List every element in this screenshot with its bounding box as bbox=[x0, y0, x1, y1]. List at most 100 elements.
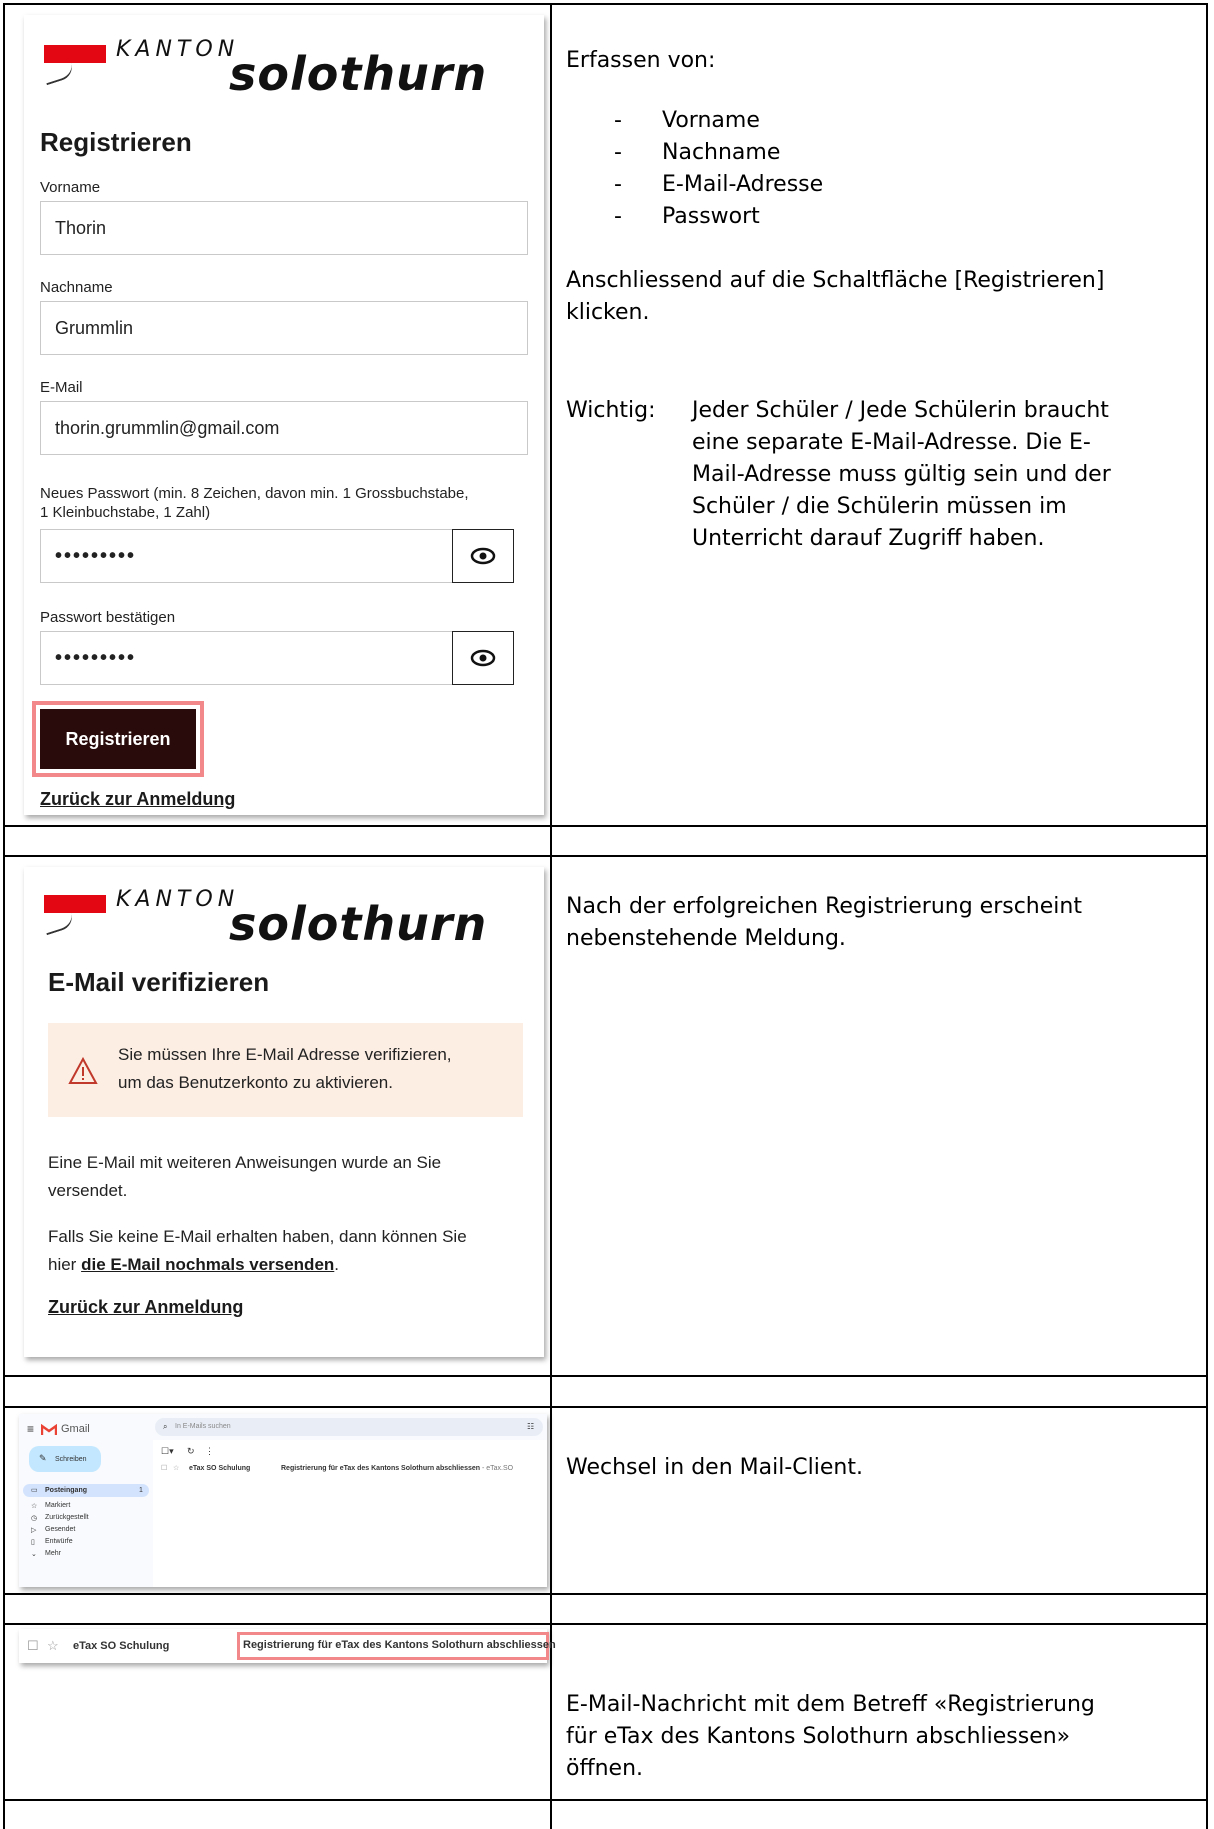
inbox-icon: ▭ bbox=[31, 1487, 38, 1494]
message-instr-line3: öffnen. bbox=[566, 1756, 644, 1781]
row-star-icon[interactable]: ☆ bbox=[47, 1638, 59, 1654]
cell-gmail-screenshot: ≡ Gmail ⌕ In E-Mails suchen ☷ ✎ Schreibe… bbox=[3, 1408, 552, 1593]
spacer-cell-left bbox=[3, 1595, 552, 1623]
password-label-line1: Neues Passwort (min. 8 Zeichen, davon mi… bbox=[40, 485, 469, 502]
cell-message-screenshot: ☐ ☆ eTax SO Schulung Registrierung für e… bbox=[3, 1625, 556, 1799]
instr-click-line2: klicken. bbox=[566, 300, 650, 325]
inbox-count: 1 bbox=[139, 1487, 143, 1494]
row-open-message: ☐ ☆ eTax SO Schulung Registrierung für e… bbox=[3, 1623, 1208, 1799]
nav-inbox-label: Posteingang bbox=[45, 1487, 88, 1494]
menu-icon[interactable]: ≡ bbox=[27, 1422, 34, 1436]
cell-registration-instructions: Erfassen von: - Vorname - Nachname - E-M… bbox=[552, 5, 1208, 825]
confirm-password-field[interactable]: ••••••••• bbox=[40, 631, 453, 685]
instr-bullet-1: - bbox=[614, 108, 622, 133]
gmail-window: ≡ Gmail ⌕ In E-Mails suchen ☷ ✎ Schreibe… bbox=[19, 1414, 547, 1587]
compose-button[interactable]: ✎ Schreiben bbox=[29, 1446, 101, 1472]
trailing-cell-right bbox=[552, 1801, 1208, 1829]
filter-icon[interactable]: ☷ bbox=[527, 1422, 534, 1431]
instr-intro: Erfassen von: bbox=[566, 48, 716, 73]
back-to-login-link[interactable]: Zurück zur Anmeldung bbox=[48, 1297, 243, 1318]
warning-notice: Sie müssen Ihre E-Mail Adresse verifizie… bbox=[48, 1023, 523, 1117]
cell-registration-screenshot: KANTON solothurn Registrieren Vorname Th… bbox=[3, 5, 552, 825]
resend-email-link[interactable]: die E-Mail nochmals versenden bbox=[81, 1255, 334, 1274]
resend-text-suffix: . bbox=[334, 1255, 340, 1274]
search-bar[interactable]: ⌕ In E-Mails suchen ☷ bbox=[155, 1418, 543, 1436]
nav-starred[interactable]: Markiert bbox=[45, 1502, 70, 1509]
spacer-cell-left bbox=[3, 1377, 552, 1406]
instr-bullet-3: - bbox=[614, 172, 622, 197]
gmail-instr: Wechsel in den Mail-Client. bbox=[566, 1455, 863, 1480]
resend-text-prefix: hier bbox=[48, 1255, 77, 1274]
mail-list: ☐▾ ↻ ⋮ ☐ ☆ eTax SO Schulung Registrierun… bbox=[153, 1440, 547, 1587]
row-spacer-1 bbox=[3, 825, 1208, 855]
email-field[interactable]: thorin.grummlin@gmail.com bbox=[40, 401, 528, 455]
info-text-line1: Eine E-Mail mit weiteren Anweisungen wur… bbox=[48, 1153, 442, 1172]
lastname-field[interactable]: Grummlin bbox=[40, 301, 528, 355]
instr-bullet-4: - bbox=[614, 204, 622, 229]
mail-row-card: ☐ ☆ eTax SO Schulung Registrierung für e… bbox=[19, 1629, 556, 1663]
mail-subject-text: Registrierung für eTax des Kantons Solot… bbox=[281, 1465, 481, 1472]
search-icon: ⌕ bbox=[163, 1422, 168, 1431]
warning-icon bbox=[68, 1057, 98, 1084]
cell-verify-screenshot: KANTON solothurn E-Mail verifizieren Sie… bbox=[3, 857, 552, 1375]
row-spacer-2 bbox=[3, 1375, 1208, 1406]
mail-sender[interactable]: eTax SO Schulung bbox=[189, 1465, 250, 1472]
row-gmail: ≡ Gmail ⌕ In E-Mails suchen ☷ ✎ Schreibe… bbox=[3, 1406, 1208, 1593]
cell-message-instructions: E-Mail-Nachricht mit dem Betreff «Regist… bbox=[552, 1625, 1208, 1799]
nav-sent[interactable]: Gesendet bbox=[45, 1526, 75, 1533]
logo-kanton-text: KANTON bbox=[116, 887, 240, 912]
pencil-icon: ✎ bbox=[39, 1453, 47, 1463]
mail-subject[interactable]: Registrierung für eTax des Kantons Solot… bbox=[281, 1465, 513, 1472]
mail-subject[interactable]: Registrierung für eTax des Kantons Solot… bbox=[243, 1639, 556, 1651]
search-input[interactable]: In E-Mails suchen bbox=[175, 1423, 231, 1430]
nav-inbox[interactable]: ▭ Posteingang 1 bbox=[23, 1484, 149, 1497]
chevron-down-icon: ⌄ bbox=[31, 1551, 37, 1558]
clock-icon: ◷ bbox=[31, 1515, 38, 1522]
page-title: Registrieren bbox=[40, 127, 192, 157]
email-label: E-Mail bbox=[40, 379, 83, 396]
important-line2: eine separate E-Mail-Adresse. Die E- bbox=[692, 430, 1091, 455]
draft-icon: ▯ bbox=[31, 1539, 35, 1546]
send-icon: ▷ bbox=[31, 1527, 37, 1534]
spacer-cell-right bbox=[552, 1377, 1208, 1406]
logo-brand-text: solothurn bbox=[229, 897, 488, 951]
password-field[interactable]: ••••••••• bbox=[40, 529, 453, 583]
important-line3: Mail-Adresse muss gültig sein und der bbox=[692, 462, 1111, 487]
row-checkbox[interactable]: ☐ bbox=[161, 1464, 167, 1472]
show-password-button[interactable] bbox=[452, 529, 514, 583]
back-to-login-link[interactable]: Zurück zur Anmeldung bbox=[40, 789, 235, 810]
mail-sender[interactable]: eTax SO Schulung bbox=[73, 1640, 169, 1652]
verify-instr-line2: nebenstehende Meldung. bbox=[566, 926, 846, 951]
nav-snoozed[interactable]: Zurückgestellt bbox=[45, 1514, 89, 1521]
resend-text-line1: Falls Sie keine E-Mail erhalten haben, d… bbox=[48, 1227, 467, 1246]
star-icon: ☆ bbox=[31, 1503, 38, 1510]
important-line1: Jeder Schüler / Jede Schülerin braucht bbox=[692, 398, 1109, 423]
eye-icon bbox=[470, 547, 496, 565]
show-confirm-password-button[interactable] bbox=[452, 631, 514, 685]
refresh-icon[interactable]: ↻ bbox=[187, 1446, 195, 1457]
logo-brand-text: solothurn bbox=[229, 47, 488, 101]
notice-line2: um das Benutzerkonto zu aktivieren. bbox=[118, 1073, 393, 1092]
spacer-cell-right bbox=[552, 1595, 1208, 1623]
important-label: Wichtig: bbox=[566, 398, 656, 423]
register-button[interactable]: Registrieren bbox=[40, 709, 196, 769]
logo-kanton-text: KANTON bbox=[116, 37, 240, 62]
more-vert-icon[interactable]: ⋮ bbox=[205, 1446, 214, 1457]
select-all-checkbox[interactable]: ☐▾ bbox=[161, 1446, 174, 1457]
instruction-table: KANTON solothurn Registrieren Vorname Th… bbox=[3, 3, 1208, 1829]
important-line5: Unterricht darauf Zugriff haben. bbox=[692, 526, 1045, 551]
logo-swoosh bbox=[42, 912, 76, 936]
cell-gmail-instructions: Wechsel in den Mail-Client. bbox=[552, 1408, 1208, 1593]
row-star-icon[interactable]: ☆ bbox=[173, 1464, 179, 1472]
row-checkbox[interactable]: ☐ bbox=[27, 1638, 39, 1654]
message-instr-line1: E-Mail-Nachricht mit dem Betreff «Regist… bbox=[566, 1692, 1095, 1717]
nav-drafts[interactable]: Entwürfe bbox=[45, 1538, 73, 1545]
instr-bullet-2: - bbox=[614, 140, 622, 165]
nav-more[interactable]: Mehr bbox=[45, 1550, 61, 1557]
spacer-cell-left bbox=[3, 827, 552, 855]
verify-instr-line1: Nach der erfolgreichen Registrierung ers… bbox=[566, 894, 1082, 919]
notice-line1: Sie müssen Ihre E-Mail Adresse verifizie… bbox=[118, 1045, 452, 1064]
row-verify-email: KANTON solothurn E-Mail verifizieren Sie… bbox=[3, 855, 1208, 1375]
firstname-field[interactable]: Thorin bbox=[40, 201, 528, 255]
row-registration: KANTON solothurn Registrieren Vorname Th… bbox=[3, 3, 1208, 825]
